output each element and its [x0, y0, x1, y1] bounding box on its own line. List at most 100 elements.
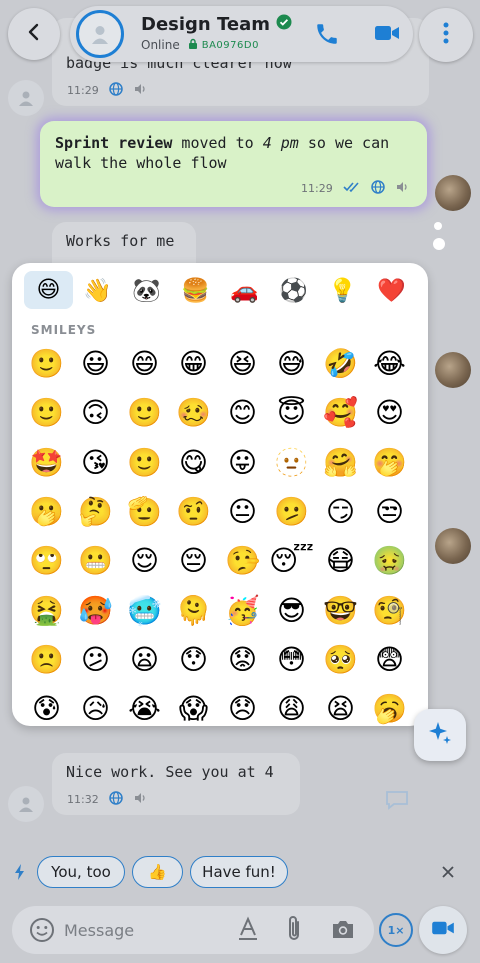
emoji-option[interactable]: 🫢 [22, 487, 71, 536]
emoji-option[interactable]: 😐 [218, 487, 267, 536]
emoji-option[interactable]: 🤓 [316, 585, 365, 634]
emoji-option[interactable]: 😒 [365, 487, 414, 536]
text-format-icon[interactable] [237, 916, 259, 946]
camera-icon[interactable] [330, 918, 356, 944]
reply-bubble-icon[interactable] [384, 789, 410, 815]
emoji-option[interactable]: 😰 [22, 684, 71, 726]
emoji-option[interactable]: 🧐 [365, 585, 414, 634]
emoji-option[interactable]: 😕 [71, 635, 120, 684]
emoji-option[interactable]: 😟 [218, 635, 267, 684]
quick-reply-chip[interactable]: You, too [37, 856, 125, 888]
emoji-option[interactable]: 😫 [316, 684, 365, 726]
emoji-option[interactable]: 😩 [267, 684, 316, 726]
emoji-category-tab[interactable]: 👋 [73, 271, 122, 309]
emoji-option[interactable]: 🥵 [71, 585, 120, 634]
speaker-icon[interactable] [133, 82, 147, 99]
emoji-category-tab[interactable]: 🚗 [220, 271, 269, 309]
emoji-button[interactable] [29, 917, 55, 947]
emoji-option[interactable]: 😔 [169, 536, 218, 585]
emoji-option[interactable]: 😃 [71, 339, 120, 388]
emoji-option[interactable]: 🤔 [71, 487, 120, 536]
emoji-category-tab[interactable]: ⚽ [269, 271, 318, 309]
emoji-option[interactable]: 😯 [169, 635, 218, 684]
peer-avatar[interactable] [8, 80, 44, 116]
emoji-option[interactable]: 😨 [365, 635, 414, 684]
emoji-option[interactable]: 🙂 [22, 388, 71, 437]
emoji-option[interactable]: 😷 [316, 536, 365, 585]
emoji-option[interactable]: 🥱 [365, 684, 414, 726]
emoji-option[interactable]: 😆 [218, 339, 267, 388]
emoji-category-tab[interactable]: 🍔 [171, 271, 220, 309]
emoji-option[interactable]: 🤭 [365, 438, 414, 487]
playback-speed-button[interactable]: 1× [379, 913, 413, 947]
emoji-option[interactable]: 🤢 [365, 536, 414, 585]
emoji-option[interactable]: 😁 [169, 339, 218, 388]
back-button[interactable] [8, 8, 60, 60]
emoji-option[interactable]: 🤥 [218, 536, 267, 585]
emoji-option[interactable]: 😌 [120, 536, 169, 585]
emoji-option[interactable]: 🙄 [22, 536, 71, 585]
call-button[interactable] [314, 21, 340, 51]
emoji-option[interactable]: 🤮 [22, 585, 71, 634]
emoji-option[interactable]: 😴 [267, 536, 316, 585]
emoji-option[interactable]: 🫠 [169, 585, 218, 634]
user-avatar[interactable] [435, 175, 471, 211]
user-avatar[interactable] [435, 352, 471, 388]
emoji-option[interactable]: 😞 [218, 684, 267, 726]
emoji-option[interactable]: 🙂 [120, 438, 169, 487]
emoji-category-tab[interactable]: 🐼 [122, 271, 171, 309]
emoji-category-tab[interactable]: 😄 [24, 271, 73, 309]
emoji-option[interactable]: 🙂 [120, 388, 169, 437]
more-options-button[interactable] [419, 8, 473, 62]
paperclip-icon[interactable] [284, 914, 304, 948]
emoji-option[interactable]: 🥴 [169, 388, 218, 437]
quick-reply-chip[interactable]: Have fun! [190, 856, 288, 888]
emoji-option[interactable]: 😭 [120, 684, 169, 726]
close-icon[interactable] [440, 864, 456, 884]
emoji-option[interactable]: 🥺 [316, 635, 365, 684]
emoji-option[interactable]: 😋 [169, 438, 218, 487]
emoji-option[interactable]: 🫤 [267, 487, 316, 536]
emoji-option[interactable]: 😳 [267, 635, 316, 684]
emoji-option[interactable]: 🤣 [316, 339, 365, 388]
speaker-icon[interactable] [395, 180, 409, 197]
emoji-category-tab[interactable]: ❤️ [367, 271, 416, 309]
emoji-option[interactable]: 😦 [120, 635, 169, 684]
emoji-option[interactable]: 😂 [365, 339, 414, 388]
emoji-option[interactable]: 😇 [267, 388, 316, 437]
emoji-option[interactable]: 😥 [71, 684, 120, 726]
emoji-option[interactable]: 😘 [71, 438, 120, 487]
emoji-option[interactable]: 🫥 [267, 438, 316, 487]
emoji-option[interactable]: 🙂 [22, 339, 71, 388]
emoji-option[interactable]: 😬 [71, 536, 120, 585]
globe-icon[interactable] [370, 180, 385, 197]
emoji-option[interactable]: 🤨 [169, 487, 218, 536]
emoji-option[interactable]: 🙁 [22, 635, 71, 684]
quick-reply-chip[interactable]: 👍 [132, 856, 183, 888]
emoji-option[interactable]: 😅 [267, 339, 316, 388]
emoji-category-tab[interactable]: 💡 [318, 271, 367, 309]
group-avatar[interactable] [76, 10, 124, 58]
emoji-option[interactable]: 😎 [267, 585, 316, 634]
emoji-option[interactable]: 🙃 [71, 388, 120, 437]
emoji-option[interactable]: 🥰 [316, 388, 365, 437]
emoji-option[interactable]: 😏 [316, 487, 365, 536]
video-message-button[interactable] [419, 906, 467, 954]
emoji-option[interactable]: 🫡 [120, 487, 169, 536]
emoji-option[interactable]: 🤩 [22, 438, 71, 487]
emoji-option[interactable]: 😛 [218, 438, 267, 487]
emoji-option[interactable]: 🤗 [316, 438, 365, 487]
emoji-option[interactable]: 🥶 [120, 585, 169, 634]
peer-avatar[interactable] [8, 786, 44, 822]
emoji-option[interactable]: 😍 [365, 388, 414, 437]
globe-icon[interactable] [108, 791, 123, 808]
emoji-option[interactable]: 😱 [169, 684, 218, 726]
emoji-option[interactable]: 😄 [120, 339, 169, 388]
globe-icon[interactable] [108, 82, 123, 99]
ai-sparkle-button[interactable] [414, 709, 466, 761]
emoji-option[interactable]: 😊 [218, 388, 267, 437]
speaker-icon[interactable] [133, 791, 147, 808]
emoji-option[interactable]: 🥳 [218, 585, 267, 634]
user-avatar[interactable] [435, 528, 471, 564]
message-input[interactable] [64, 915, 229, 945]
